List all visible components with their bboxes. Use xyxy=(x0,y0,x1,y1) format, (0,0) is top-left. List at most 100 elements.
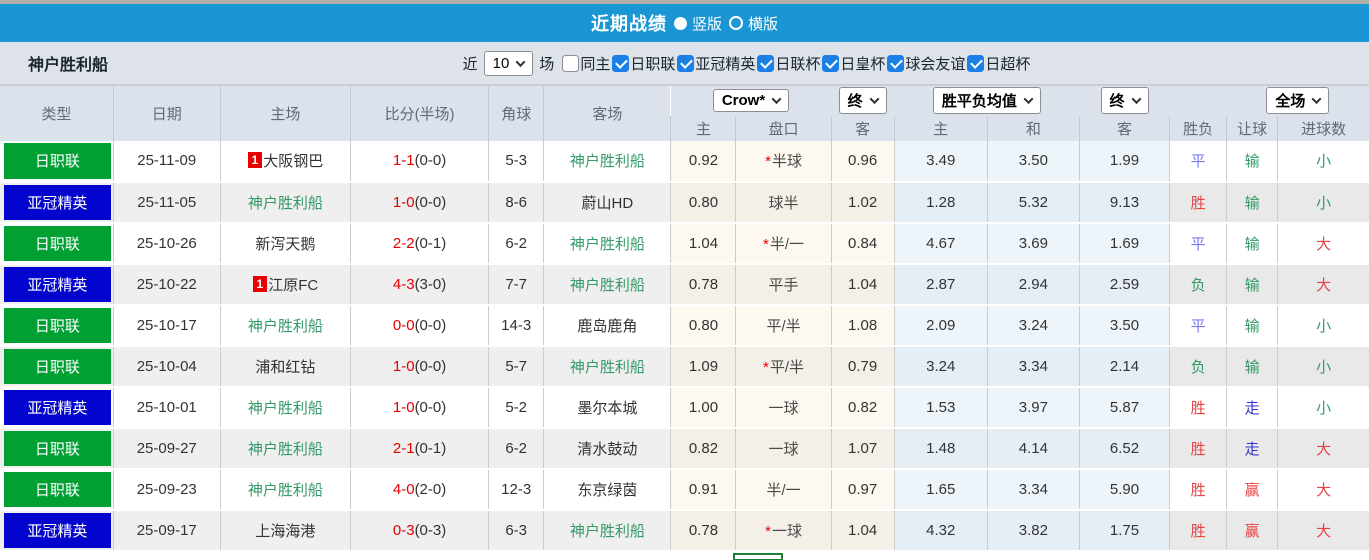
handicap-line-cell: *半球 xyxy=(735,140,832,183)
bottom-cutoff-area xyxy=(0,551,1369,560)
odds-cell: 0.79 xyxy=(830,345,895,388)
away-team-cell: 鹿岛鹿角 xyxy=(543,304,671,347)
avg-odds-cell: 3.50 xyxy=(1078,304,1170,347)
checkbox-checked-icon[interactable] xyxy=(967,54,985,72)
layout-radio-horizontal[interactable]: 横版 xyxy=(729,13,778,34)
radio-selected-icon[interactable] xyxy=(673,16,687,30)
subheader-result: 胜负 xyxy=(1169,115,1227,141)
handicap-result-cell: 走 xyxy=(1226,427,1278,470)
starred-line-marker: * xyxy=(765,153,771,170)
result-cell: 胜 xyxy=(1169,509,1227,552)
fulltime-score: 2-1 xyxy=(392,439,415,457)
checkbox-checked-icon[interactable] xyxy=(677,54,695,72)
handicap-result-cell: 走 xyxy=(1226,386,1278,429)
away-team-name: 神户胜利船 xyxy=(569,153,645,170)
avg-odds-cell: 3.24 xyxy=(986,304,1080,347)
home-team-name: 浦和红钻 xyxy=(255,358,316,376)
starred-line-marker: * xyxy=(763,358,769,376)
goals-result-cell: 小 xyxy=(1277,386,1369,429)
filter-checkbox-label: 日超杯 xyxy=(985,55,1031,73)
checkbox-checked-icon[interactable] xyxy=(822,54,840,72)
filter-checkbox-1[interactable]: 日职联 xyxy=(612,53,675,74)
filter-checkbox-2[interactable]: 亚冠精英 xyxy=(677,53,755,74)
period-select[interactable]: 全场 xyxy=(1266,87,1330,115)
match-row: 亚冠精英 25-11-05 神户胜利船 1-0(0-0) 8-6 蔚山HD 0.80 球半 1.… xyxy=(0,181,1369,224)
avg-time-select[interactable]: 终 xyxy=(1100,87,1149,115)
handicap-result-cell: 赢 xyxy=(1226,468,1278,511)
odds-cell: 0.78 xyxy=(670,509,736,552)
checkbox-unchecked-icon[interactable] xyxy=(562,54,580,72)
bookmaker-select[interactable]: Crow* xyxy=(712,89,790,113)
fulltime-score: 0-3 xyxy=(392,521,415,539)
league-badge: 亚冠精英 xyxy=(4,184,111,220)
subheader-goals: 进球数 xyxy=(1277,115,1369,141)
date-cell: 25-09-27 xyxy=(112,427,221,470)
avg-odds-cell: 1.69 xyxy=(1078,222,1170,265)
match-count-select[interactable]: 10 xyxy=(483,50,534,76)
filter-checkbox-0[interactable]: 同主 xyxy=(562,53,610,74)
filter-checkbox-6[interactable]: 日超杯 xyxy=(967,53,1030,74)
away-team-name: 清水鼓动 xyxy=(577,440,638,458)
avg-odds-cell: 1.48 xyxy=(893,427,988,470)
radio-horizontal-label[interactable]: 横版 xyxy=(748,13,778,34)
odds-time-select[interactable]: 终 xyxy=(838,87,887,115)
recent-label: 近 xyxy=(462,55,478,73)
checkbox-checked-icon[interactable] xyxy=(757,54,775,72)
result-cell: 平 xyxy=(1169,222,1227,265)
score-cell: 4-3(3-0) xyxy=(349,263,489,306)
league-badge: 日职联 xyxy=(4,307,111,343)
fulltime-score: 1-0 xyxy=(392,398,415,416)
result-cell: 平 xyxy=(1169,140,1227,183)
home-team-cell: 1 江原FC xyxy=(219,263,351,306)
home-team-name: 江原FC xyxy=(268,276,319,294)
league-cell: 亚冠精英 xyxy=(0,263,114,306)
layout-radio-vertical[interactable]: 竖版 xyxy=(673,13,722,34)
result-cell: 负 xyxy=(1169,345,1227,388)
halftime-score: (3-0) xyxy=(414,275,447,293)
odds-cell: 0.96 xyxy=(830,140,895,183)
filter-checkbox-3[interactable]: 日联杯 xyxy=(757,53,820,74)
odds-cell: 0.82 xyxy=(830,386,895,429)
halftime-score: (2-0) xyxy=(414,480,447,498)
filter-checkbox-label: 日皇杯 xyxy=(840,55,886,73)
match-count-value: 10 xyxy=(492,54,510,72)
result-cell: 负 xyxy=(1169,263,1227,306)
filter-checkbox-4[interactable]: 日皇杯 xyxy=(822,53,885,74)
home-team-name: 神户胜利船 xyxy=(247,317,323,335)
avg-odds-cell: 3.50 xyxy=(986,140,1080,183)
avg-odds-cell: 6.52 xyxy=(1078,427,1170,470)
odds-cell: 0.97 xyxy=(830,468,895,511)
away-team-name: 墨尔本城 xyxy=(577,399,638,417)
radio-unselected-icon[interactable] xyxy=(729,16,743,30)
handicap-line-cell: *平/半 xyxy=(735,345,832,388)
avg-odds-cell: 1.65 xyxy=(893,468,988,511)
fulltime-score: 4-3 xyxy=(392,275,415,293)
avg-odds-cell: 9.13 xyxy=(1078,181,1170,224)
handicap-result-cell: 输 xyxy=(1226,222,1278,265)
panel-title: 近期战绩 xyxy=(590,14,667,34)
goals-result-cell: 大 xyxy=(1277,509,1369,552)
handicap-line-cell: 平/半 xyxy=(735,304,832,347)
match-row: 日职联 25-11-09 1 大阪钢巴 1-1(0-0) 5-3 神户胜利船 0.92 *半球 0… xyxy=(0,140,1369,183)
col-header-away: 客场 xyxy=(543,85,671,141)
away-team-cell: 神户胜利船 xyxy=(543,263,671,306)
handicap-line-cell: 平手 xyxy=(735,263,832,306)
col-header-home: 主场 xyxy=(219,85,351,141)
corner-cell: 6-2 xyxy=(488,222,544,265)
league-badge: 亚冠精英 xyxy=(4,266,111,302)
filter-checkbox-label: 球会友谊 xyxy=(905,55,966,73)
checkbox-checked-icon[interactable] xyxy=(612,54,630,72)
score-cell: 2-2(0-1) xyxy=(349,222,489,265)
home-team-name: 神户胜利船 xyxy=(247,399,323,417)
radio-vertical-label[interactable]: 竖版 xyxy=(692,13,722,34)
odds-cell: 1.04 xyxy=(670,222,736,265)
checkbox-checked-icon[interactable] xyxy=(887,54,905,72)
table-body: 日职联 25-11-09 1 大阪钢巴 1-1(0-0) 5-3 神户胜利船 0.92 *半球 0… xyxy=(0,140,1369,552)
subheader-handicap-result: 让球 xyxy=(1226,115,1278,141)
league-cell: 亚冠精英 xyxy=(0,509,114,552)
avg-odds-cell: 3.69 xyxy=(986,222,1080,265)
avg-type-select[interactable]: 胜平负均值 xyxy=(932,87,1041,115)
filter-checkbox-5[interactable]: 球会友谊 xyxy=(887,53,965,74)
league-cell: 日职联 xyxy=(0,222,114,265)
avg-odds-cell: 3.82 xyxy=(986,509,1080,552)
